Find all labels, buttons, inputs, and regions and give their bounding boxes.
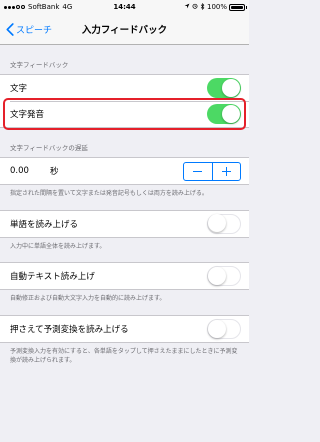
delay-footer: 指定された間隔を置いて文字または発音記号もしくは両方を読み上げる。 [10, 190, 208, 197]
auto-text-footer: 自動修正および自動大文字入力を自動的に読み上げます。 [10, 295, 166, 303]
delay-value: 0.00 [10, 166, 29, 176]
battery-icon [229, 3, 247, 11]
speak-words-footer: 入力中に単語全体を読み上げます。 [10, 242, 106, 250]
row-speak-words-label: 単語を読み上げる [10, 219, 79, 230]
delay-unit: 秒 [50, 167, 59, 177]
row-character: 文字 [0, 75, 249, 101]
row-character-phonetics-label: 文字発音 [10, 110, 45, 120]
back-button-label: スピーチ [16, 25, 53, 36]
character-phonetics-toggle[interactable] [207, 104, 241, 124]
toggle-knob [222, 79, 240, 97]
speak-words-toggle[interactable] [207, 213, 241, 234]
character-toggle[interactable] [207, 78, 241, 98]
increment-button[interactable] [211, 162, 241, 180]
decrement-button[interactable] [184, 163, 212, 180]
row-speak-words: 単語を読み上げる [0, 211, 249, 237]
toggle-knob [207, 266, 226, 285]
section-header-text-feedback: 文字フィードバック [10, 61, 69, 69]
hold-predictions-footer: 予測変換入力を有効にすると、各単語をタップして押さえたままにしたときに予測変換が… [10, 348, 238, 364]
row-hold-predictions: 押さえて予測変換を読み上げる [0, 316, 249, 342]
auto-text-toggle[interactable] [207, 266, 241, 287]
delay-group: 0.00 秒 [0, 157, 249, 185]
row-hold-predictions-label: 押さえて予測変換を読み上げる [10, 325, 129, 336]
toggle-knob [207, 214, 226, 233]
navigation-bar: スピーチ 入力フィードバック [0, 14, 249, 45]
hold-predictions-group: 押さえて予測変換を読み上げる [0, 315, 249, 344]
section-header-delay: 文字フィードバックの遅延 [10, 144, 88, 152]
back-button[interactable]: スピーチ [0, 22, 53, 36]
row-auto-text-label: 自動テキスト読み上げ [10, 272, 95, 283]
row-character-phonetics: 文字発音 [0, 101, 249, 127]
row-auto-text: 自動テキスト読み上げ [0, 263, 249, 289]
toggle-knob [222, 105, 240, 123]
speak-words-group: 単語を読み上げる [0, 209, 249, 238]
row-character-label: 文字 [10, 84, 28, 94]
hold-predictions-toggle[interactable] [207, 319, 241, 340]
toggle-knob [207, 319, 226, 338]
status-time: 14:44 [113, 3, 136, 11]
status-bar: SoftBank 4G 14:44 100% [0, 0, 249, 14]
auto-text-group: 自動テキスト読み上げ [0, 262, 249, 291]
chevron-left-icon [6, 22, 14, 36]
text-feedback-group: 文字 文字発音 [0, 74, 249, 128]
plus-icon [221, 166, 231, 176]
row-delay: 0.00 秒 [0, 158, 249, 184]
delay-stepper [183, 161, 241, 181]
minus-icon [193, 170, 203, 172]
